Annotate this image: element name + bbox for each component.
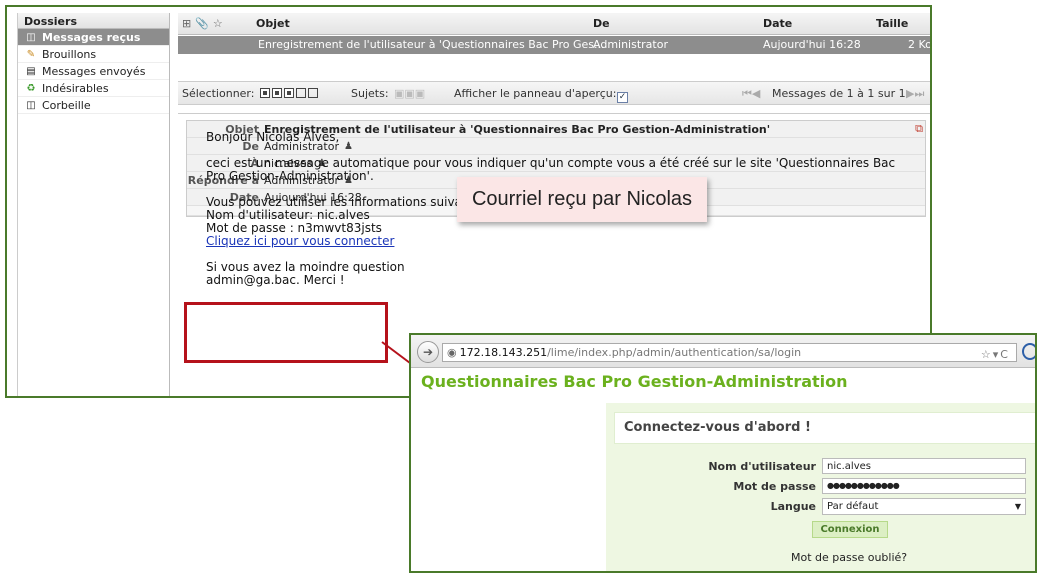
password-input[interactable]: ●●●●●●●●●●●●: [822, 478, 1026, 494]
sidebar-item-inbox[interactable]: ◫ Messages reçus: [18, 29, 169, 46]
login-link[interactable]: Cliquez ici pour vous connecter: [206, 234, 394, 248]
folder-label: Indésirables: [42, 81, 109, 95]
pager-text: Messages de 1 à 1 sur 1: [772, 87, 906, 100]
annotation-note: Courriel reçu par Nicolas: [457, 177, 707, 222]
login-panel: Connectez-vous d'abord ! Nom d'utilisate…: [606, 403, 1035, 571]
select-unread-icon[interactable]: [284, 88, 294, 98]
column-subject[interactable]: Objet: [256, 17, 290, 30]
preview-pane-label: Afficher le panneau d'aperçu:: [454, 87, 617, 100]
sent-icon: ▤: [26, 65, 36, 77]
browser-window: ➔ ◉ 172.18.143.251/lime/index.php/admin/a…: [409, 333, 1037, 573]
dropdown-arrow-icon: ▼: [1014, 502, 1021, 511]
pager-prev-icons[interactable]: ⏮◀: [742, 87, 760, 101]
url-host: 172.18.143.251: [459, 346, 548, 359]
sidebar-header: Dossiers: [18, 13, 169, 29]
list-option-icons[interactable]: ⊞📎☆: [182, 17, 227, 30]
message-from: Administrator: [593, 38, 668, 51]
username-input[interactable]: [822, 458, 1026, 474]
message-list-header: ⊞📎☆ Objet De Date Taille: [178, 13, 930, 35]
back-arrow-icon: ➔: [422, 345, 434, 359]
column-date[interactable]: Date: [763, 17, 792, 30]
forgot-password-link[interactable]: Mot de passe oublié?: [791, 551, 907, 564]
body-greeting: Bonjour Nicolas Alves,: [206, 130, 340, 144]
select-all-icon[interactable]: [260, 88, 270, 98]
folder-label: Messages reçus: [42, 30, 141, 44]
message-size: 2 Ko: [908, 38, 932, 51]
username-label: Nom d'utilisateur: [708, 460, 816, 473]
bookmark-reload-icons[interactable]: ☆▾C: [981, 346, 1010, 363]
login-button[interactable]: Connexion: [812, 521, 888, 538]
login-heading-box: Connectez-vous d'abord !: [614, 412, 1035, 444]
select-label: Sélectionner:: [182, 87, 255, 100]
sidebar-item-junk[interactable]: ♻ Indésirables: [18, 80, 169, 97]
threads-label: Sujets:: [351, 87, 389, 100]
back-button[interactable]: ➔: [417, 341, 439, 363]
site-identity-icon[interactable]: ◉: [447, 346, 457, 359]
preview-pane-checkbox[interactable]: ✓: [617, 87, 628, 103]
message-subject: Enregistrement de l'utilisateur à 'Quest…: [258, 38, 605, 51]
list-toolbar: Sélectionner: Sujets: ▣▣▣ Afficher le pa…: [178, 81, 930, 105]
message-row[interactable]: Enregistrement de l'utilisateur à 'Quest…: [178, 36, 932, 54]
password-label: Mot de passe: [733, 480, 816, 493]
select-page-icon[interactable]: [272, 88, 282, 98]
language-value: Par défaut: [827, 501, 879, 512]
thread-icons[interactable]: ▣▣▣: [394, 87, 425, 100]
trash-icon: ◫: [26, 99, 36, 111]
address-bar[interactable]: ◉ 172.18.143.251/lime/index.php/admin/aut…: [442, 343, 1017, 362]
login-heading: Connectez-vous d'abord !: [624, 420, 811, 435]
junk-icon: ♻: [26, 82, 36, 94]
folder-label: Brouillons: [42, 47, 97, 61]
folder-label: Messages envoyés: [42, 64, 146, 78]
folder-label: Corbeille: [42, 98, 91, 112]
browser-logo-icon: [1022, 343, 1035, 360]
url-path: /lime/index.php/admin/authentication/sa/…: [547, 346, 802, 359]
check-icon: ✓: [617, 92, 628, 103]
site-title: Questionnaires Bac Pro Gestion-Administr…: [421, 372, 848, 391]
pager-next-icons[interactable]: ▶⏭: [906, 87, 924, 101]
message-date: Aujourd'hui 16:28: [763, 38, 861, 51]
language-select[interactable]: Par défaut ▼: [822, 498, 1026, 515]
sidebar-item-sent[interactable]: ▤ Messages envoyés: [18, 63, 169, 80]
select-invert-icon[interactable]: [296, 88, 306, 98]
column-from[interactable]: De: [593, 17, 610, 30]
sidebar-item-drafts[interactable]: ✎ Brouillons: [18, 46, 169, 63]
body-paragraph: admin@ga.bac. Merci !: [206, 273, 345, 287]
select-none-icon[interactable]: [308, 88, 318, 98]
folder-sidebar: Dossiers ◫ Messages reçus ✎ Brouillons ▤…: [17, 13, 170, 396]
browser-toolbar: ➔ ◉ 172.18.143.251/lime/index.php/admin/a…: [411, 335, 1035, 368]
highlight-box: [184, 302, 388, 363]
select-buttons[interactable]: [260, 87, 320, 100]
column-size[interactable]: Taille: [876, 17, 908, 30]
sidebar-item-trash[interactable]: ◫ Corbeille: [18, 97, 169, 114]
inbox-icon: ◫: [26, 31, 36, 43]
language-label: Langue: [770, 500, 816, 513]
pencil-icon: ✎: [26, 48, 36, 60]
